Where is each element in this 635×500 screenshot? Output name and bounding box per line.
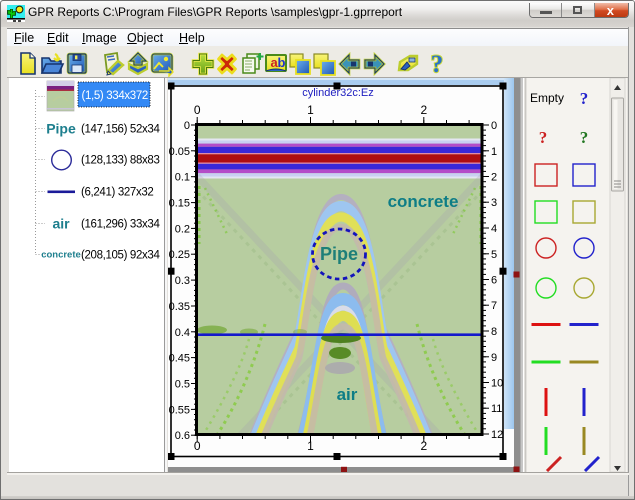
svg-text:2: 2 — [420, 439, 427, 453]
svg-text:1: 1 — [307, 103, 314, 117]
svg-text:(1,5) 334x372: (1,5) 334x372 — [82, 90, 148, 102]
svg-text:Pipe: Pipe — [320, 244, 358, 264]
svg-text:b: b — [278, 55, 286, 70]
svg-text:?: ? — [539, 128, 548, 147]
svg-text:air: air — [337, 385, 358, 404]
svg-text:10: 10 — [491, 378, 503, 390]
svg-text:0.5: 0.5 — [175, 379, 190, 391]
svg-text:Empty: Empty — [530, 91, 564, 105]
svg-text:0.4: 0.4 — [175, 327, 190, 339]
svg-text:0.6: 0.6 — [175, 430, 190, 442]
svg-text:1: 1 — [307, 439, 314, 453]
svg-text:(208,105) 92x34: (208,105) 92x34 — [81, 250, 160, 262]
svg-text:(147,156) 52x34: (147,156) 52x34 — [81, 124, 160, 136]
svg-text:0.3: 0.3 — [175, 275, 190, 287]
svg-text:3: 3 — [491, 197, 497, 209]
svg-text:(6,241) 327x32: (6,241) 327x32 — [81, 187, 153, 199]
svg-text:(128,133) 88x83: (128,133) 88x83 — [81, 155, 160, 167]
svg-text:9: 9 — [491, 352, 497, 364]
svg-text:2: 2 — [491, 172, 497, 184]
svg-text:6: 6 — [491, 275, 497, 287]
svg-text:0.2: 0.2 — [175, 223, 190, 235]
svg-text:?: ? — [580, 89, 589, 108]
svg-text:11: 11 — [491, 403, 502, 415]
svg-text:0.1: 0.1 — [175, 172, 190, 184]
svg-text:0: 0 — [194, 439, 201, 453]
svg-text:5: 5 — [491, 249, 497, 261]
svg-text:0: 0 — [184, 120, 190, 132]
svg-text:12: 12 — [491, 429, 503, 441]
svg-text:concrete: concrete — [41, 250, 81, 261]
svg-text:0: 0 — [491, 120, 497, 132]
svg-text:8: 8 — [491, 326, 497, 338]
svg-text:?: ? — [580, 128, 589, 147]
svg-text:(161,296) 33x34: (161,296) 33x34 — [81, 219, 160, 231]
svg-text:4: 4 — [491, 223, 497, 235]
svg-text:concrete: concrete — [388, 192, 459, 211]
svg-text:7: 7 — [491, 300, 497, 312]
svg-text:0: 0 — [194, 103, 201, 117]
svg-text:1: 1 — [491, 146, 497, 158]
svg-text:air: air — [52, 216, 70, 232]
svg-text:Pipe: Pipe — [46, 121, 76, 137]
svg-text:?: ? — [431, 51, 444, 78]
svg-text:2: 2 — [420, 103, 427, 117]
